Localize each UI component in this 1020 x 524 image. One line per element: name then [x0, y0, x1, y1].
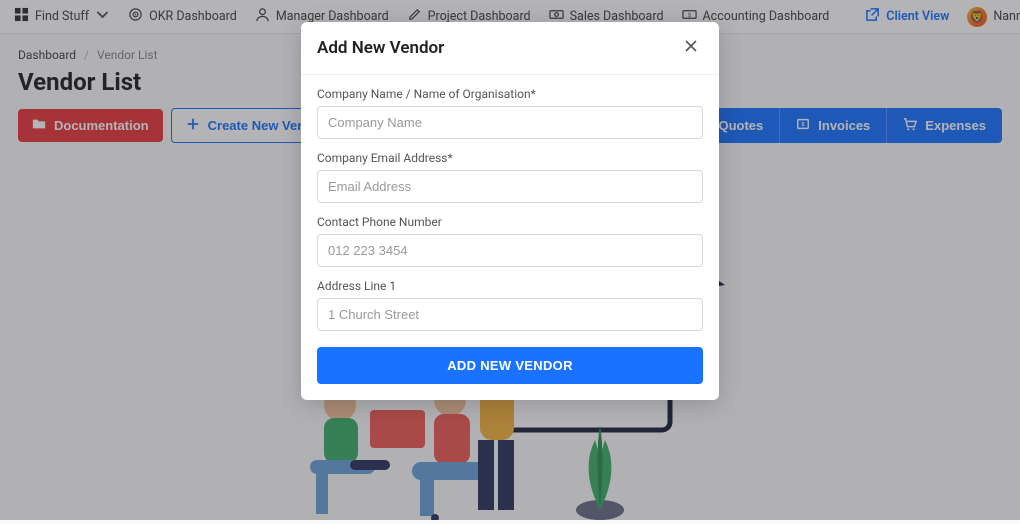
field-address1: Address Line 1 — [317, 279, 703, 331]
company-name-input[interactable] — [317, 106, 703, 139]
field-company-name: Company Name / Name of Organisation* — [317, 87, 703, 139]
address1-input[interactable] — [317, 298, 703, 331]
modal-close-button[interactable] — [679, 34, 703, 62]
modal-title: Add New Vendor — [317, 38, 444, 58]
phone-label: Contact Phone Number — [317, 215, 703, 229]
company-name-label: Company Name / Name of Organisation* — [317, 87, 703, 101]
phone-input[interactable] — [317, 234, 703, 267]
email-label: Company Email Address* — [317, 151, 703, 165]
field-email: Company Email Address* — [317, 151, 703, 203]
field-phone: Contact Phone Number — [317, 215, 703, 267]
add-vendor-submit-button[interactable]: ADD NEW VENDOR — [317, 347, 703, 384]
modal-body: Company Name / Name of Organisation* Com… — [301, 75, 719, 400]
modal-overlay[interactable]: Add New Vendor Company Name / Name of Or… — [0, 0, 1020, 520]
address1-label: Address Line 1 — [317, 279, 703, 293]
email-input[interactable] — [317, 170, 703, 203]
modal-header: Add New Vendor — [301, 22, 719, 75]
close-icon — [683, 39, 699, 58]
add-vendor-modal: Add New Vendor Company Name / Name of Or… — [301, 22, 719, 400]
